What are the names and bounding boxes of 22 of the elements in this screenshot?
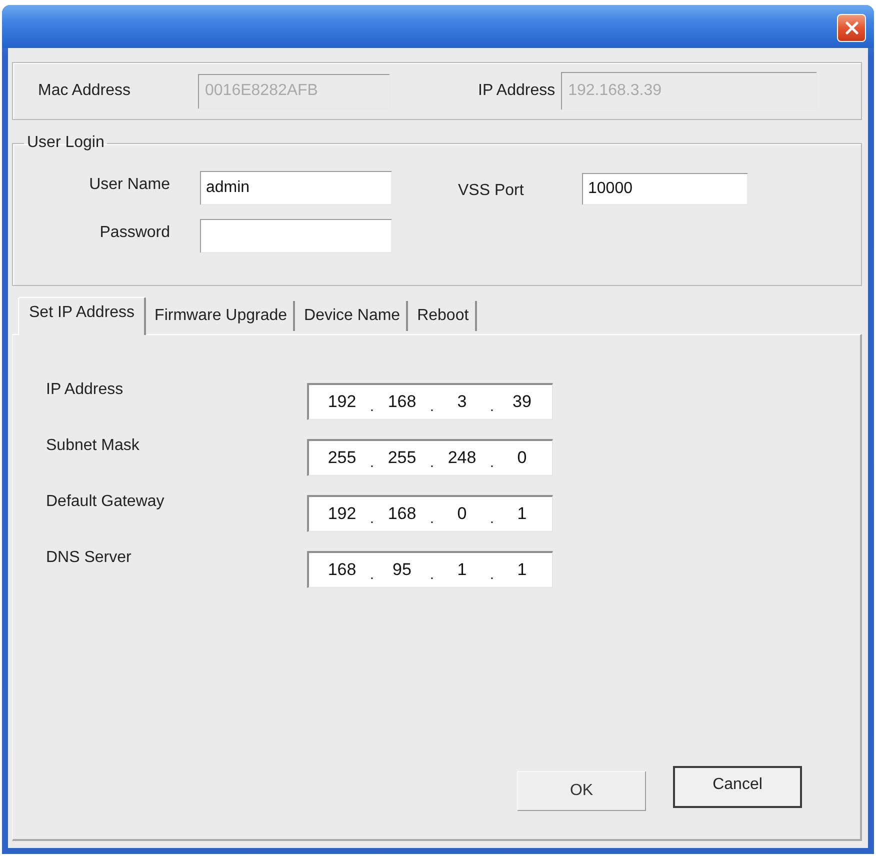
ip-address-field[interactable]: 255 . 255 . 248 . 0	[307, 439, 553, 476]
ip-address-field[interactable]: 168 . 95 . 1 . 1	[307, 551, 553, 588]
dialog-button[interactable]: Cancel	[673, 766, 802, 808]
field-label: VSS Port	[458, 182, 525, 200]
tab[interactable]: Set IP Address	[18, 297, 146, 335]
field-label: User Name	[88, 176, 170, 194]
field-label: Password	[98, 224, 170, 242]
field-label: Default Gateway	[46, 493, 166, 511]
group-title: User Login	[26, 133, 106, 153]
field-label: Subnet Mask	[46, 437, 140, 455]
field-label: IP Address	[478, 82, 556, 100]
ip-address-field[interactable]: 192 . 168 . 0 . 1	[307, 495, 553, 532]
field-label: Mac Address	[38, 82, 132, 100]
dialog-button[interactable]: OK	[517, 771, 646, 811]
field-label: DNS Server	[46, 549, 132, 567]
ip-address-field[interactable]: 192 . 168 . 3 . 39	[307, 383, 553, 420]
text-field[interactable]: admin	[200, 171, 392, 205]
close-button[interactable]	[837, 14, 866, 42]
close-icon	[844, 20, 858, 34]
field-label: IP Address	[46, 381, 124, 399]
text-field[interactable]	[200, 219, 392, 253]
port-field[interactable]: 10000	[582, 173, 748, 205]
